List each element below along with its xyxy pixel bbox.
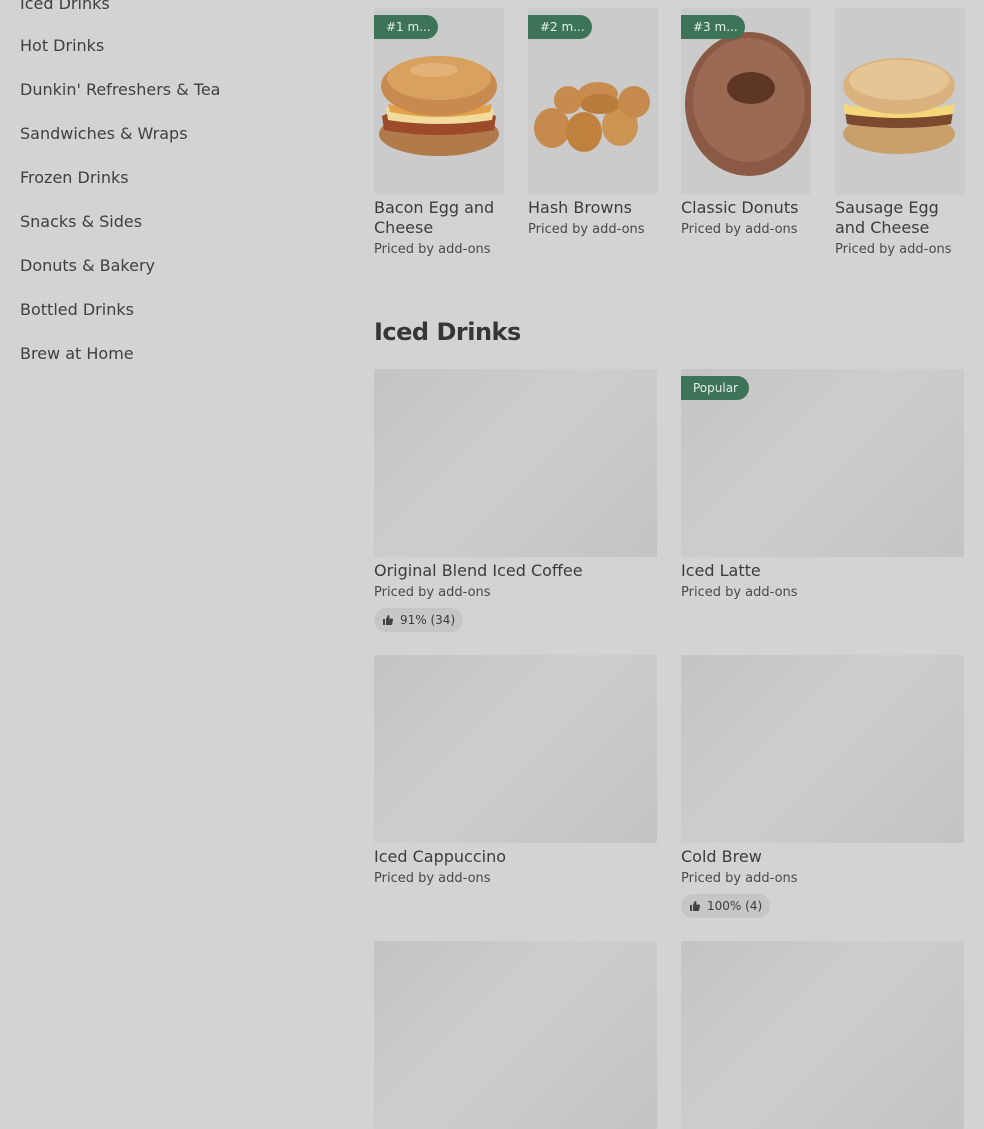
- item-image-placeholder: [374, 941, 657, 1129]
- item-image-placeholder: [681, 941, 964, 1129]
- rating-badge: 91% (34): [374, 608, 464, 632]
- sidebar-item-sandwiches-wraps[interactable]: Sandwiches & Wraps: [20, 124, 188, 144]
- sidebar-item-snacks-sides[interactable]: Snacks & Sides: [20, 212, 142, 232]
- sidebar-item-iced-drinks[interactable]: Iced Drinks: [20, 0, 110, 14]
- english-muffin-sandwich-image: [835, 8, 965, 194]
- item-name: Bacon Egg and Cheese: [374, 198, 495, 237]
- sidebar-item-frozen-drinks[interactable]: Frozen Drinks: [20, 168, 129, 188]
- item-name: Classic Donuts: [681, 198, 799, 217]
- item-price: Priced by add-ons: [374, 871, 491, 886]
- sidebar-item-donuts-bakery[interactable]: Donuts & Bakery: [20, 256, 155, 276]
- rating-text: 100% (4): [707, 899, 763, 913]
- sidebar-item-bottled-drinks[interactable]: Bottled Drinks: [20, 300, 134, 320]
- item-name: Iced Latte: [681, 561, 761, 580]
- item-name: Hash Browns: [528, 198, 632, 217]
- rank-badge: #1 m...: [374, 15, 438, 39]
- item-name: Sausage Egg and Cheese: [835, 198, 939, 237]
- sidebar-item-hot-drinks[interactable]: Hot Drinks: [20, 36, 104, 56]
- rating-text: 91% (34): [400, 613, 456, 627]
- section-title: Iced Drinks: [374, 318, 521, 346]
- item-name: Iced Cappuccino: [374, 847, 506, 866]
- rating-badge: 100% (4): [681, 894, 771, 918]
- item-price: Priced by add-ons: [681, 871, 798, 886]
- item-price: Priced by add-ons: [835, 242, 952, 257]
- item-price: Priced by add-ons: [528, 222, 645, 237]
- item-image-placeholder: [681, 655, 964, 843]
- rank-badge: #3 m...: [681, 15, 745, 39]
- sidebar-item-brew-at-home[interactable]: Brew at Home: [20, 344, 134, 364]
- item-name: Cold Brew: [681, 847, 762, 866]
- thumbs-up-icon: [383, 615, 394, 625]
- item-price: Priced by add-ons: [681, 585, 798, 600]
- item-price: Priced by add-ons: [374, 585, 491, 600]
- item-price: Priced by add-ons: [374, 242, 491, 257]
- item-image-placeholder: [374, 655, 657, 843]
- popular-badge: Popular: [681, 376, 749, 400]
- rank-badge: #2 m...: [528, 15, 592, 39]
- item-price: Priced by add-ons: [681, 222, 798, 237]
- sidebar-item-refreshers-tea[interactable]: Dunkin' Refreshers & Tea: [20, 80, 220, 100]
- item-image-placeholder: [374, 369, 657, 557]
- thumbs-up-icon: [690, 901, 701, 911]
- item-name: Original Blend Iced Coffee: [374, 561, 583, 580]
